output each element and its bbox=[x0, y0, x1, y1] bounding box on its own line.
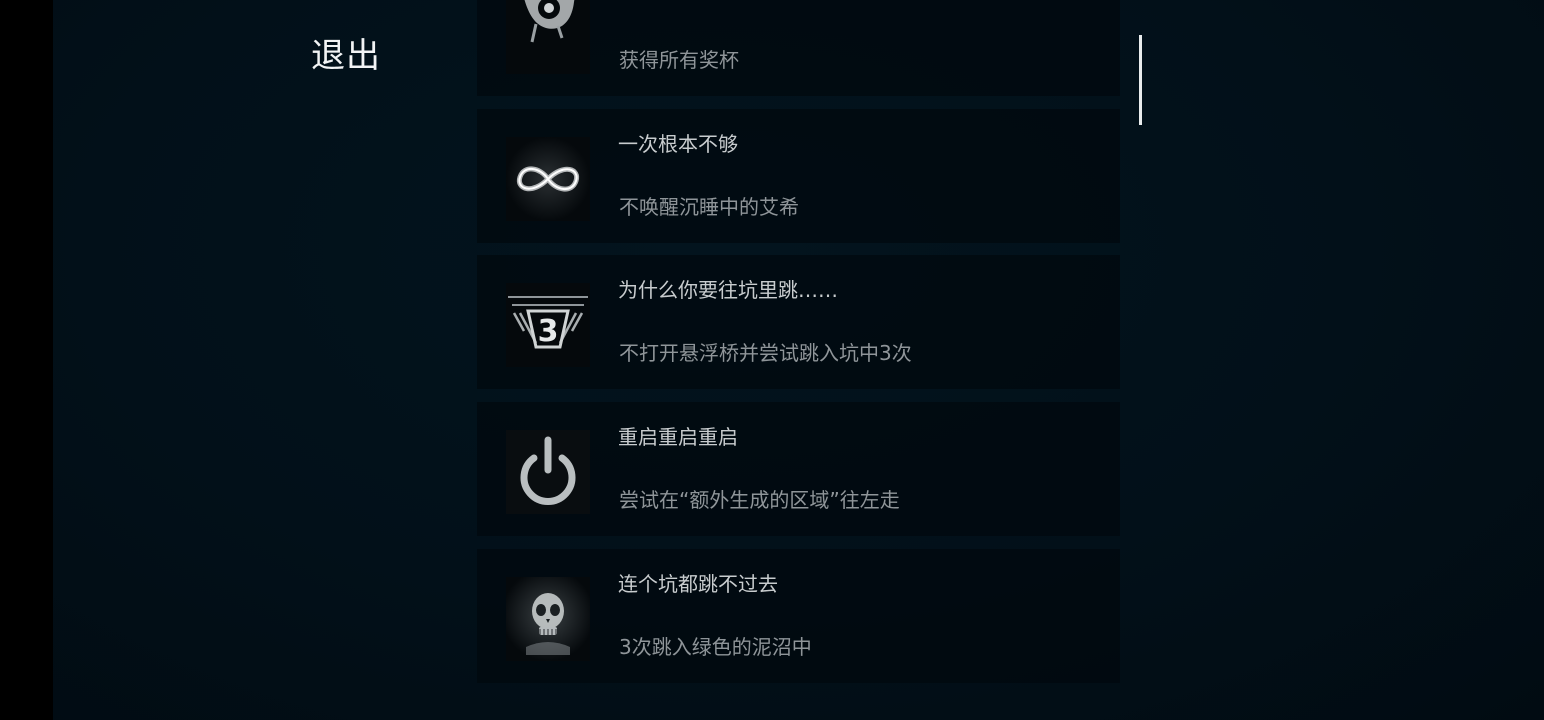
achievement-item: 重启重启重启 尝试在“额外生成的区域”往左走 bbox=[477, 402, 1120, 536]
achievement-description: 不打开悬浮桥并尝试跳入坑中3次 bbox=[619, 341, 912, 365]
exit-button[interactable]: 退出 bbox=[311, 34, 381, 78]
pit-three-icon: 3 bbox=[506, 283, 590, 367]
achievement-list[interactable]: 获得所有奖杯 一次根本不够 不唤醒沉睡中的艾希 3 为什么你要往坑里跳…… 不打… bbox=[477, 0, 1120, 720]
achievements-screen: 退出 获得所有奖杯 一次根本不够 不唤醒沉睡中的艾希 3 为什么你要往坑里跳……… bbox=[53, 0, 1544, 720]
achievement-description: 获得所有奖杯 bbox=[619, 48, 739, 72]
achievement-title: 连个坑都跳不过去 bbox=[618, 572, 778, 596]
achievement-item: 连个坑都跳不过去 3次跳入绿色的泥沼中 bbox=[477, 549, 1120, 683]
pit-count-label: 3 bbox=[538, 314, 559, 349]
achievement-title: 为什么你要往坑里跳…… bbox=[618, 278, 838, 302]
achievement-item: 3 为什么你要往坑里跳…… 不打开悬浮桥并尝试跳入坑中3次 bbox=[477, 255, 1120, 389]
achievement-description: 3次跳入绿色的泥沼中 bbox=[619, 635, 812, 659]
infinity-icon bbox=[506, 137, 590, 221]
achievement-item: 获得所有奖杯 bbox=[477, 0, 1120, 96]
achievement-item: 一次根本不够 不唤醒沉睡中的艾希 bbox=[477, 109, 1120, 243]
achievement-title: 一次根本不够 bbox=[618, 132, 738, 156]
achievement-title: 重启重启重启 bbox=[618, 425, 738, 449]
achievement-description: 不唤醒沉睡中的艾希 bbox=[619, 195, 799, 219]
achievement-description: 尝试在“额外生成的区域”往左走 bbox=[619, 488, 900, 512]
trophy-splash-icon bbox=[506, 0, 590, 74]
scrollbar[interactable] bbox=[1139, 35, 1142, 125]
skull-icon bbox=[506, 577, 590, 661]
power-icon bbox=[506, 430, 590, 514]
